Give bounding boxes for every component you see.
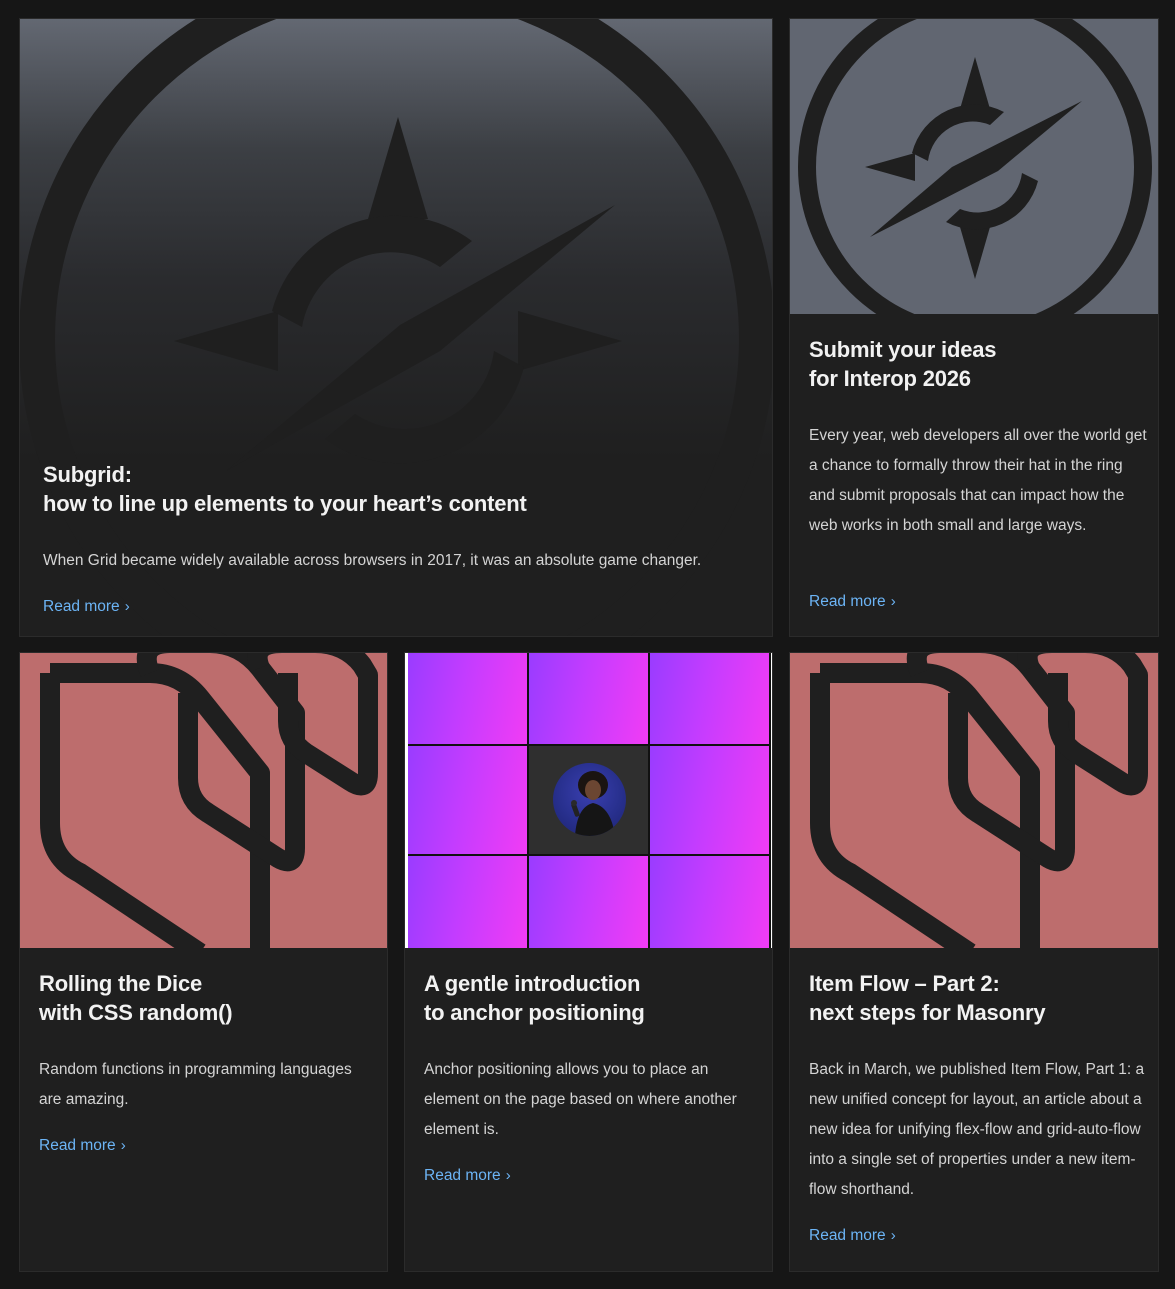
article-title-line[interactable]: for Interop 2026 [809,364,1139,393]
read-more-label[interactable]: Read more [39,1137,116,1154]
article-title-line[interactable]: Submit your ideas [809,335,1139,364]
grid-tile-anchor [529,746,648,854]
article-title[interactable]: Rolling the Dice with CSS random() [39,969,369,1027]
article-title-line[interactable]: Item Flow – Part 2: [809,969,1139,998]
read-more-label[interactable]: Read more [43,598,120,615]
article-card-item-flow-part-2[interactable]: Item Flow – Part 2: next steps for Mason… [789,652,1159,1272]
masonry-icon [810,653,1148,948]
read-more-link[interactable]: Read more › [43,596,130,618]
grid-tile [408,653,527,744]
article-card-subgrid[interactable]: Subgrid: how to line up elements to your… [19,18,773,637]
article-title[interactable]: Submit your ideas for Interop 2026 [809,335,1139,393]
grid-tile [650,653,769,744]
masonry-icon [40,653,378,948]
article-title-line[interactable]: with CSS random() [39,998,369,1027]
anchor-grid-image [405,653,772,948]
chevron-right-icon[interactable]: › [891,591,896,613]
speaker-photo [571,771,615,836]
grid-tile [408,856,527,948]
article-title[interactable]: Item Flow – Part 2: next steps for Mason… [809,969,1139,1027]
article-title-line[interactable]: to anchor positioning [424,998,754,1027]
chevron-right-icon[interactable]: › [121,1135,126,1157]
read-more-label[interactable]: Read more [424,1167,501,1184]
article-title-line[interactable]: Rolling the Dice [39,969,369,998]
chevron-right-icon[interactable]: › [891,1225,896,1247]
anchor-grid [408,653,771,948]
article-title-line[interactable]: Subgrid: [43,460,743,489]
compass-icon [20,19,772,636]
article-excerpt: Random functions in programming language… [39,1061,352,1108]
read-more-label[interactable]: Read more [809,1227,886,1244]
article-card-anchor-positioning[interactable]: A gentle introduction to anchor position… [404,652,773,1272]
read-more-link[interactable]: Read more › [39,1135,126,1157]
chevron-right-icon[interactable]: › [125,596,130,618]
read-more-link[interactable]: Read more › [809,591,896,613]
article-excerpt: Every year, web developers all over the … [809,427,1147,534]
article-card-interop-2026[interactable]: Submit your ideas for Interop 2026 Every… [789,18,1159,637]
read-more-link[interactable]: Read more › [424,1165,511,1187]
grid-tile [529,856,648,948]
avatar [553,763,626,836]
article-grid: Subgrid: how to line up elements to your… [0,0,1175,1289]
masonry-shapes-image [790,653,1158,948]
masonry-shapes-image [20,653,387,948]
compass-logo-image [20,19,772,636]
read-more-link[interactable]: Read more › [809,1225,896,1247]
article-title-line[interactable]: next steps for Masonry [809,998,1139,1027]
grid-tile [650,856,769,948]
article-title[interactable]: A gentle introduction to anchor position… [424,969,754,1027]
grid-tile [650,746,769,854]
compass-logo-image [790,19,1158,314]
read-more-label[interactable]: Read more [809,593,886,610]
compass-icon [798,19,1152,314]
article-title-line[interactable]: how to line up elements to your heart’s … [43,489,743,518]
article-title-line[interactable]: A gentle introduction [424,969,754,998]
article-excerpt: When Grid became widely available across… [43,552,702,569]
article-excerpt: Back in March, we published Item Flow, P… [809,1061,1145,1198]
grid-tile [408,746,527,854]
article-title[interactable]: Subgrid: how to line up elements to your… [43,460,743,518]
grid-tile [529,653,648,744]
article-excerpt: Anchor positioning allows you to place a… [424,1061,737,1138]
chevron-right-icon[interactable]: › [506,1165,511,1187]
article-card-css-random[interactable]: Rolling the Dice with CSS random() Rando… [19,652,388,1272]
